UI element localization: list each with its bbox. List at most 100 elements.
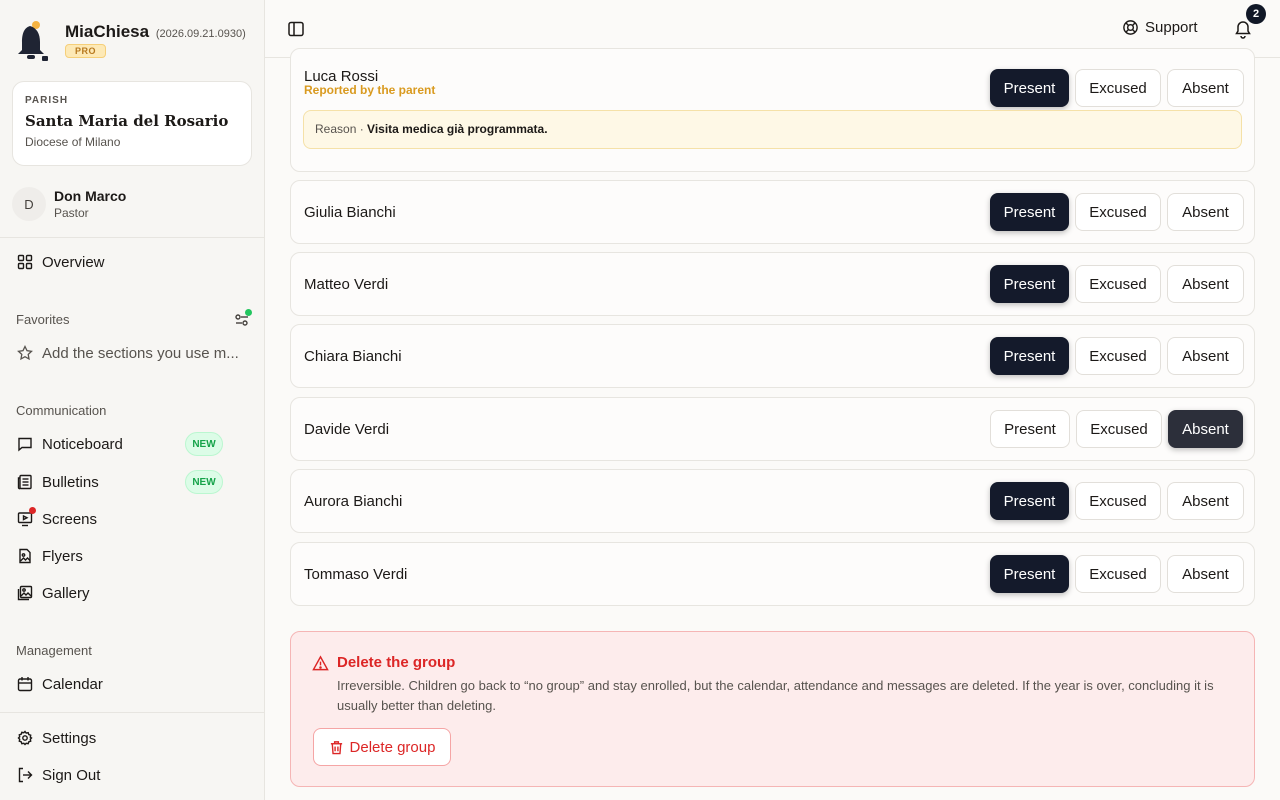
- sidebar-item-label: Overview: [42, 253, 105, 271]
- parish-name: Santa Maria del Rosario: [25, 112, 229, 130]
- star-icon: [16, 344, 34, 362]
- present-button[interactable]: Present: [990, 410, 1070, 448]
- attendance-row: Chiara Bianchi Present Excused Absent: [290, 324, 1255, 388]
- child-name: Tommaso Verdi: [304, 566, 408, 583]
- favorites-settings-icon[interactable]: [233, 309, 252, 329]
- delete-group-button[interactable]: Delete group: [313, 728, 451, 766]
- sidebar-item-label: Noticeboard: [42, 435, 123, 453]
- images-icon: [16, 584, 34, 602]
- sidebar-item-settings[interactable]: Settings: [16, 729, 96, 747]
- management-title: Management: [16, 643, 92, 658]
- child-name: Giulia Bianchi: [304, 204, 396, 221]
- reason-box: Reason · Visita medica già programmata.: [303, 110, 1242, 149]
- absent-button[interactable]: Absent: [1167, 265, 1244, 303]
- sidebar-item-gallery[interactable]: Gallery: [16, 584, 90, 602]
- communication-title: Communication: [16, 403, 107, 418]
- life-buoy-icon: [1123, 20, 1138, 35]
- attendance-row: Luca Rossi Reported by the parent Presen…: [290, 48, 1255, 172]
- sidebar-item-label: Settings: [42, 729, 97, 747]
- sidebar-item-bulletins[interactable]: Bulletins: [16, 473, 99, 491]
- support-label: Support: [1145, 19, 1198, 36]
- brand[interactable]: MiaChiesa (2026.09.21.0930) PRO: [14, 20, 246, 62]
- grid-icon: [16, 253, 34, 271]
- reason-prefix: Reason ·: [315, 122, 364, 136]
- newspaper-icon: [16, 473, 34, 491]
- status-dot: [245, 309, 252, 316]
- absent-button[interactable]: Absent: [1167, 193, 1244, 231]
- sidebar-item-label: Calendar: [42, 675, 103, 693]
- sidebar-item-sign-out[interactable]: Sign Out: [16, 766, 100, 784]
- user-name: Don Marco: [54, 188, 127, 204]
- excused-button[interactable]: Excused: [1075, 337, 1161, 375]
- notification-count-badge: 2: [1246, 4, 1266, 24]
- sidebar-item-overview[interactable]: Overview: [16, 253, 105, 271]
- reason-text: Visita medica già programmata.: [367, 122, 548, 136]
- present-button[interactable]: Present: [990, 482, 1069, 520]
- sidebar-item-noticeboard[interactable]: Noticeboard: [16, 435, 123, 453]
- absent-button[interactable]: Absent: [1167, 69, 1244, 107]
- monitor-icon: [16, 507, 36, 528]
- divider: [0, 237, 264, 238]
- message-square-icon: [16, 435, 34, 453]
- trash-icon: [330, 740, 342, 754]
- present-button[interactable]: Present: [990, 265, 1069, 303]
- sidebar: MiaChiesa (2026.09.21.0930) PRO PARISH S…: [0, 0, 265, 800]
- bell-logo-icon: [18, 21, 48, 61]
- present-button[interactable]: Present: [990, 69, 1069, 107]
- present-button[interactable]: Present: [990, 555, 1069, 593]
- sidebar-item-label: Gallery: [42, 584, 90, 602]
- reported-note: Reported by the parent: [304, 83, 436, 97]
- child-name: Davide Verdi: [304, 421, 390, 438]
- child-name: Aurora Bianchi: [304, 493, 403, 510]
- calendar-icon: [16, 675, 34, 693]
- child-name: Chiara Bianchi: [304, 348, 402, 365]
- excused-button[interactable]: Excused: [1075, 265, 1161, 303]
- parish-card[interactable]: PARISH Santa Maria del Rosario Diocese o…: [12, 81, 252, 166]
- delete-group-panel: Delete the group Irreversible. Children …: [290, 631, 1255, 787]
- attendance-row: Aurora Bianchi Present Excused Absent: [290, 469, 1255, 533]
- absent-button[interactable]: Absent: [1167, 482, 1244, 520]
- new-badge: NEW: [185, 470, 223, 494]
- present-button[interactable]: Present: [990, 193, 1069, 231]
- sidebar-toggle-icon[interactable]: [287, 20, 305, 38]
- support-button[interactable]: Support: [1122, 19, 1198, 36]
- delete-group-label: Delete group: [349, 738, 436, 756]
- gear-icon: [16, 729, 34, 747]
- app-version: (2026.09.21.0930): [155, 28, 246, 40]
- attendance-row: Giulia Bianchi Present Excused Absent: [290, 180, 1255, 244]
- present-button[interactable]: Present: [990, 337, 1069, 375]
- excused-button[interactable]: Excused: [1075, 555, 1161, 593]
- sidebar-item-label: Bulletins: [42, 473, 99, 491]
- absent-button[interactable]: Absent: [1168, 410, 1243, 448]
- sidebar-item-flyers[interactable]: Flyers: [16, 547, 83, 565]
- excused-button[interactable]: Excused: [1076, 410, 1162, 448]
- alert-dot: [29, 507, 36, 514]
- pro-badge: PRO: [65, 44, 107, 58]
- child-name: Matteo Verdi: [304, 276, 389, 293]
- attendance-row: Tommaso Verdi Present Excused Absent: [290, 542, 1255, 606]
- sidebar-item-calendar[interactable]: Calendar: [16, 675, 103, 693]
- parish-diocese: Diocese of Milano: [25, 135, 121, 149]
- delete-group-title: Delete the group: [337, 654, 456, 671]
- excused-button[interactable]: Excused: [1075, 193, 1161, 231]
- user-role: Pastor: [54, 206, 89, 220]
- attendance-row: Matteo Verdi Present Excused Absent: [290, 252, 1255, 316]
- file-image-icon: [16, 547, 34, 565]
- sidebar-item-label: Screens: [42, 510, 98, 528]
- excused-button[interactable]: Excused: [1075, 69, 1161, 107]
- sidebar-item-screens[interactable]: Screens: [16, 507, 98, 528]
- favorites-hint-label: Add the sections you use m...: [42, 344, 239, 362]
- absent-button[interactable]: Absent: [1167, 337, 1244, 375]
- favorites-title: Favorites: [16, 312, 70, 327]
- log-out-icon: [16, 766, 34, 784]
- user-profile[interactable]: D Don Marco Pastor: [12, 187, 126, 221]
- sidebar-item-label: Sign Out: [42, 766, 101, 784]
- favorites-hint[interactable]: Add the sections you use m...: [16, 344, 239, 362]
- avatar: D: [12, 187, 46, 221]
- divider: [0, 712, 264, 713]
- excused-button[interactable]: Excused: [1075, 482, 1161, 520]
- new-badge: NEW: [185, 432, 223, 456]
- parish-label: PARISH: [25, 95, 69, 106]
- absent-button[interactable]: Absent: [1167, 555, 1244, 593]
- attendance-row: Davide Verdi Present Excused Absent: [290, 397, 1255, 461]
